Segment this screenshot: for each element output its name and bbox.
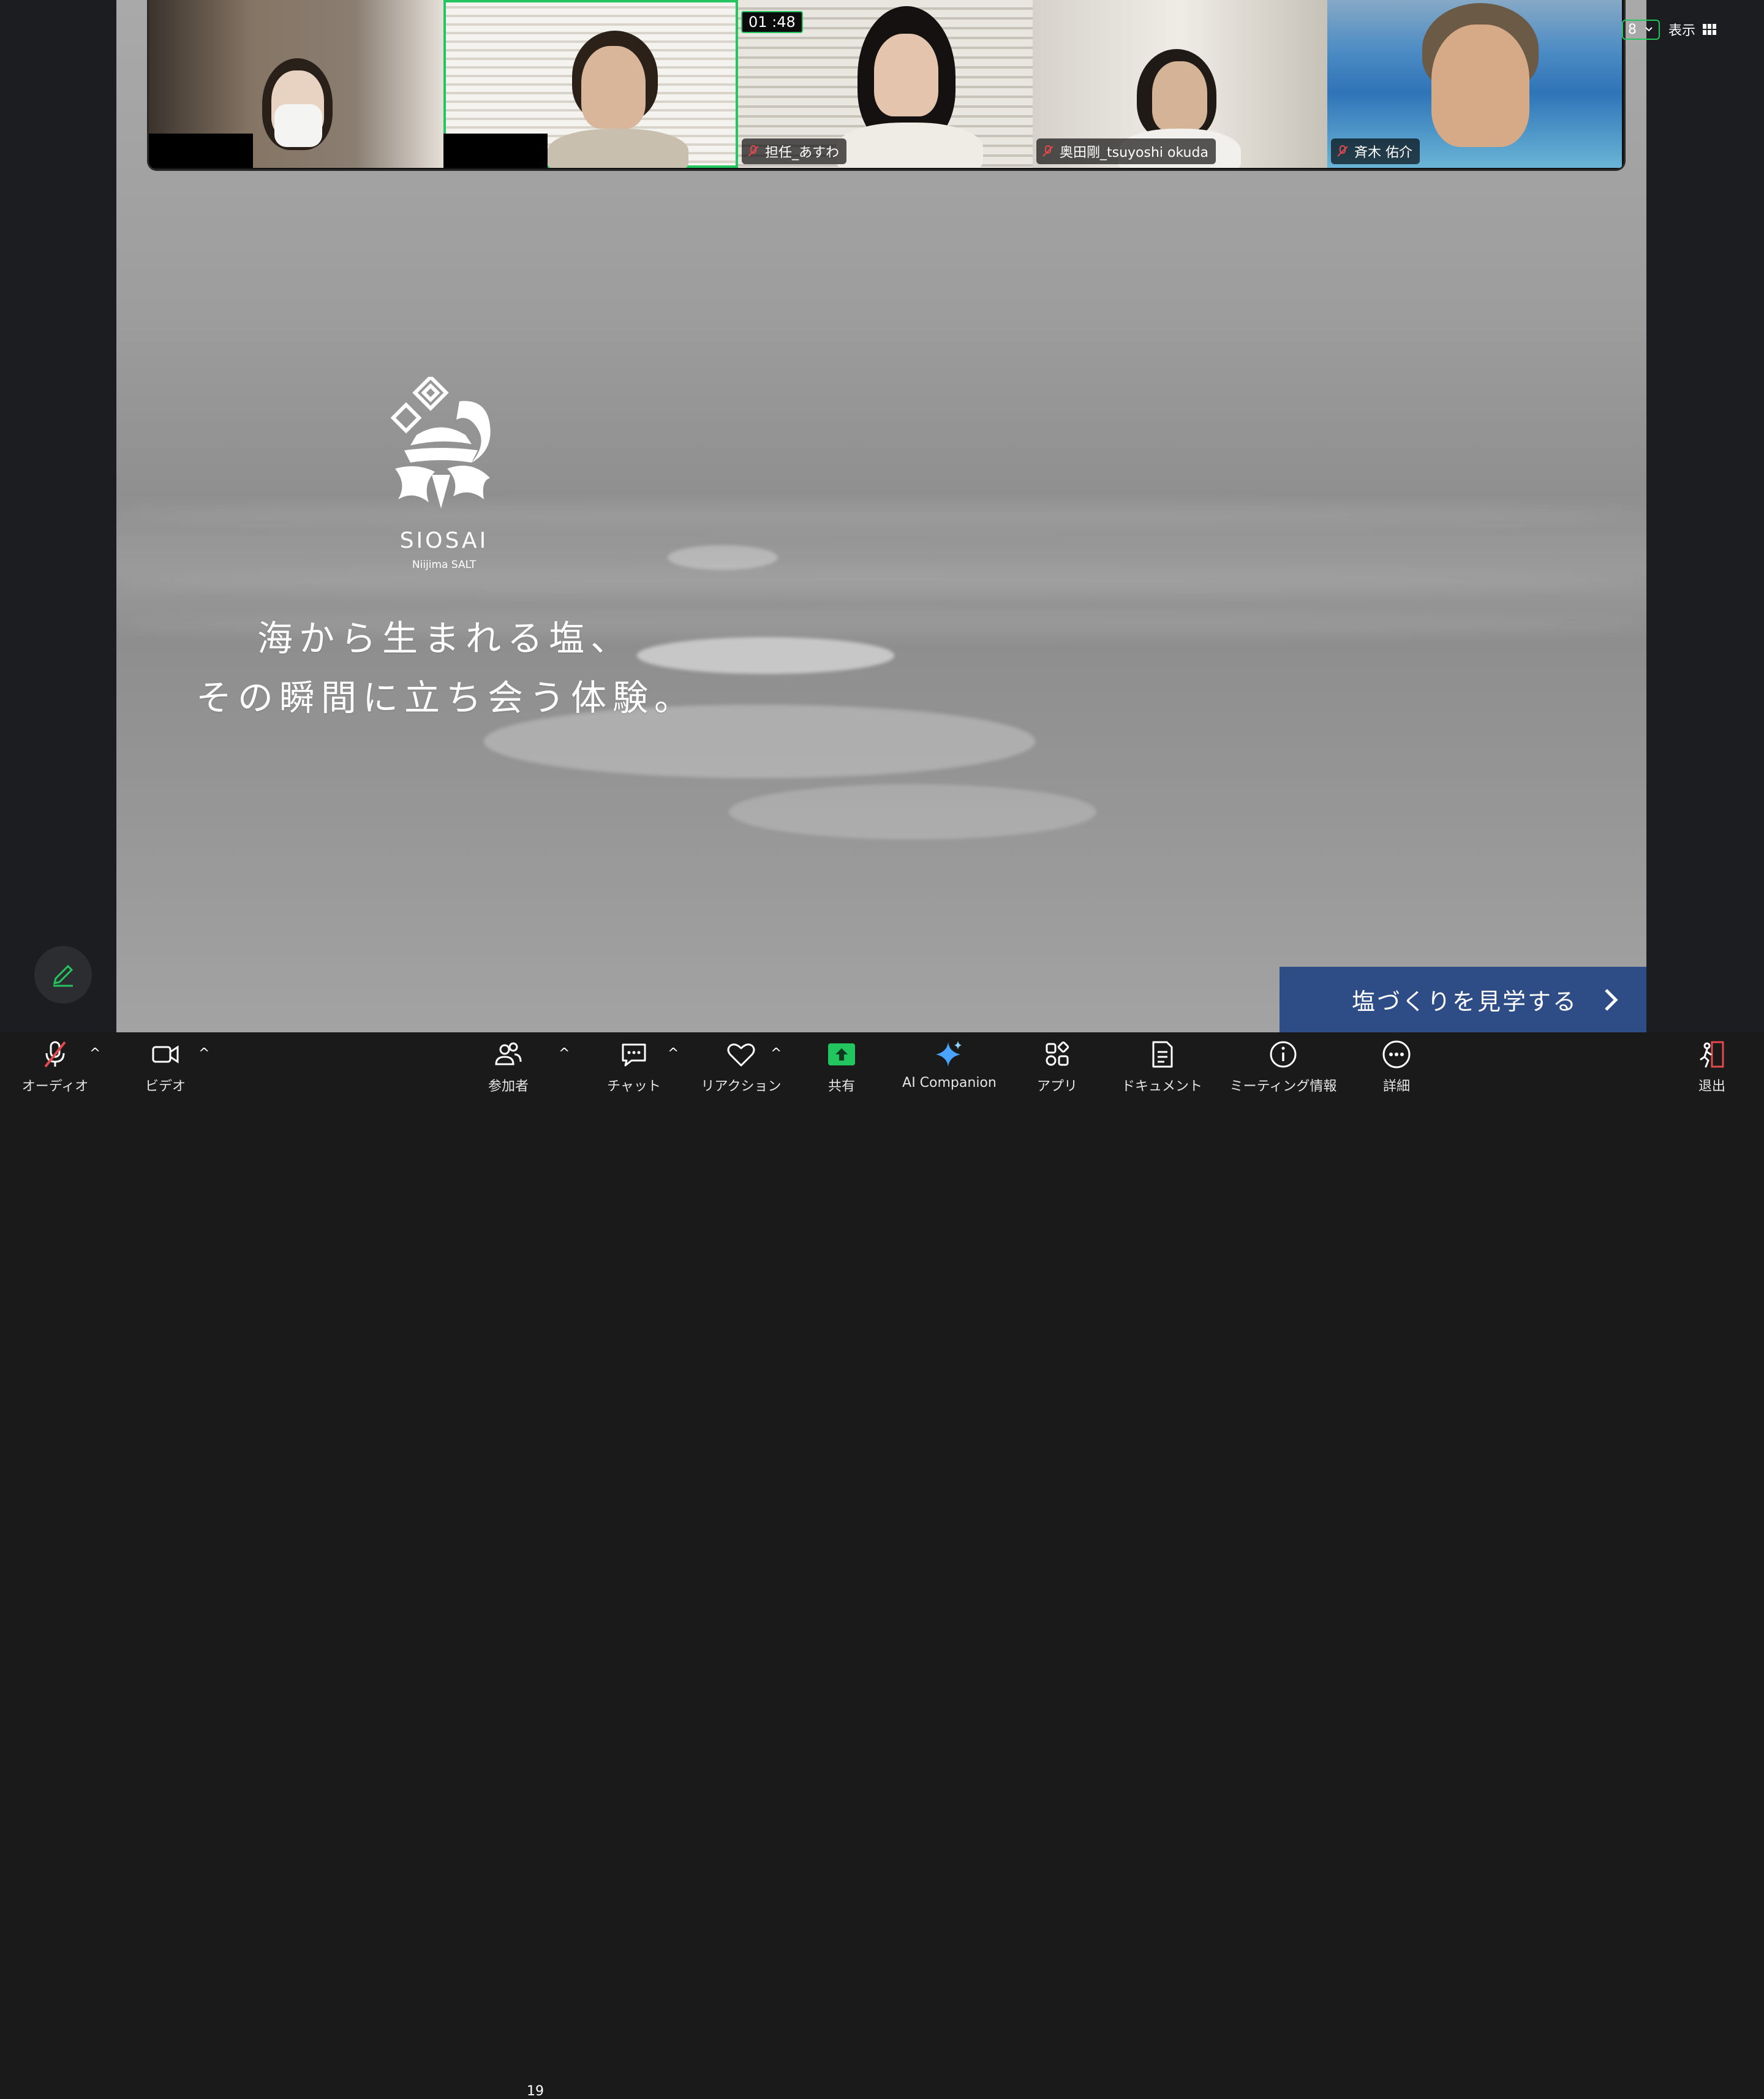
participant-tile[interactable] [149,0,443,168]
audio-label: オーディオ [21,1079,89,1094]
meeting-toolbar: オーディオ ^ ビデオ ^ 参加者 19 ^ チャット ^ リアクション ^ 共… [0,1032,1764,2099]
audio-options-caret[interactable]: ^ [89,1046,100,1061]
participant-name: 担任_あすわ [765,145,840,161]
redacted-name [149,134,253,168]
apps-label: アプリ [1036,1079,1077,1094]
participant-name: 斉木 佑介 [1354,145,1412,161]
more-button[interactable]: 詳細 [1360,1038,1433,1100]
participant-name-tag: 奥田剛_tsuyoshi okuda [1036,138,1216,164]
video-gallery-strip: 担任_あすわ 奥田剛_tsuyoshi okuda 斉木 佑介 [147,0,1626,171]
participant-tile[interactable]: 斉木 佑介 [1327,0,1622,168]
siosai-logo [390,377,491,509]
headline-line-1: 海から生まれる塩、 [257,618,633,659]
participant-face [1431,25,1529,147]
salt-tour-label: 塩づくりを見学する [1352,988,1578,1015]
ai-companion-button[interactable]: AI Companion [894,1038,1005,1100]
meeting-info-button[interactable]: ミーティング情報 [1225,1038,1341,1100]
pencil-icon [53,964,74,987]
participants-button[interactable]: 参加者 [472,1038,545,1100]
document-icon [1152,1041,1173,1068]
video-label: ビデオ [145,1079,186,1094]
left-gutter [0,0,116,1032]
info-icon [1270,1041,1297,1068]
annotate-button[interactable] [34,946,92,1004]
participant-body [836,123,983,168]
leave-label: 退出 [1698,1079,1725,1094]
participants-icon [495,1042,522,1065]
grid-icon [1703,24,1717,35]
participant-name-tag: 担任_あすわ [742,138,847,164]
apps-button[interactable]: アプリ [1020,1038,1094,1100]
view-controls: 8 表示 [1622,16,1717,43]
meeting-info-label: ミーティング情報 [1229,1079,1337,1094]
chat-options-caret[interactable]: ^ [668,1046,679,1061]
right-gutter [1646,0,1764,1032]
sea-sparkle [668,545,778,570]
more-dots-icon [1382,1040,1411,1068]
share-screen-button[interactable]: 共有 [805,1038,878,1100]
mic-muted-icon [1337,145,1348,157]
gallery-count-toggle[interactable]: 8 [1622,19,1660,40]
leave-button[interactable]: 退出 [1678,1038,1746,1100]
sea-sparkle [729,784,1096,839]
more-label: 詳細 [1382,1079,1410,1094]
gallery-count: 8 [1628,21,1637,37]
leave-door-icon [1700,1041,1724,1068]
video-button[interactable]: ビデオ [129,1038,202,1100]
participant-tile-active-speaker[interactable] [443,0,738,168]
documents-label: ドキュメント [1121,1079,1202,1094]
chevron-right-icon [1605,989,1618,1011]
headline-line-2: その瞬間に立ち会う体験。 [196,677,696,719]
redacted-name [443,134,548,168]
mic-muted-icon [44,1041,66,1068]
share-label: 共有 [827,1079,855,1094]
reactions-options-caret[interactable]: ^ [771,1046,782,1061]
wave-band [116,570,1646,594]
heart-icon [727,1043,755,1067]
participant-body [548,129,688,168]
audio-button[interactable]: オーディオ [18,1038,92,1100]
video-options-caret[interactable]: ^ [198,1046,209,1061]
share-screen-icon [828,1043,855,1065]
face-mask [274,104,322,147]
chat-label: チャット [607,1079,661,1094]
participant-name-tag: 斉木 佑介 [1331,138,1420,164]
view-label: 表示 [1668,23,1696,39]
chat-icon [622,1043,646,1067]
participant-name: 奥田剛_tsuyoshi okuda [1060,145,1208,161]
reactions-label: リアクション [701,1079,782,1094]
participants-label: 参加者 [488,1079,529,1094]
view-button[interactable]: 表示 [1668,20,1717,39]
participants-options-caret[interactable]: ^ [559,1046,570,1061]
documents-button[interactable]: ドキュメント [1116,1038,1208,1100]
chat-button[interactable]: チャット [597,1038,671,1100]
ai-companion-label: AI Companion [902,1075,997,1091]
sea-sparkle [637,637,894,674]
recording-timer: 01 :48 [741,11,803,33]
sparkle-icon [936,1041,962,1067]
participant-face [581,46,646,129]
participant-tile[interactable]: 奥田剛_tsuyoshi okuda [1033,0,1327,168]
participant-face [1152,61,1207,132]
participant-face [874,34,938,116]
chevron-down-icon [1645,27,1653,32]
apps-icon [1046,1041,1069,1066]
brand-subtitle: Niijima SALT [412,559,477,571]
participant-count: 19 [527,2084,544,2099]
mic-muted-icon [1042,145,1054,157]
mic-muted-icon [748,145,759,157]
salt-tour-button[interactable]: 塩づくりを見学する [1280,967,1646,1032]
video-camera-icon [152,1045,179,1064]
brand-name: SIOSAI [399,528,489,553]
wave-band [116,502,1646,527]
